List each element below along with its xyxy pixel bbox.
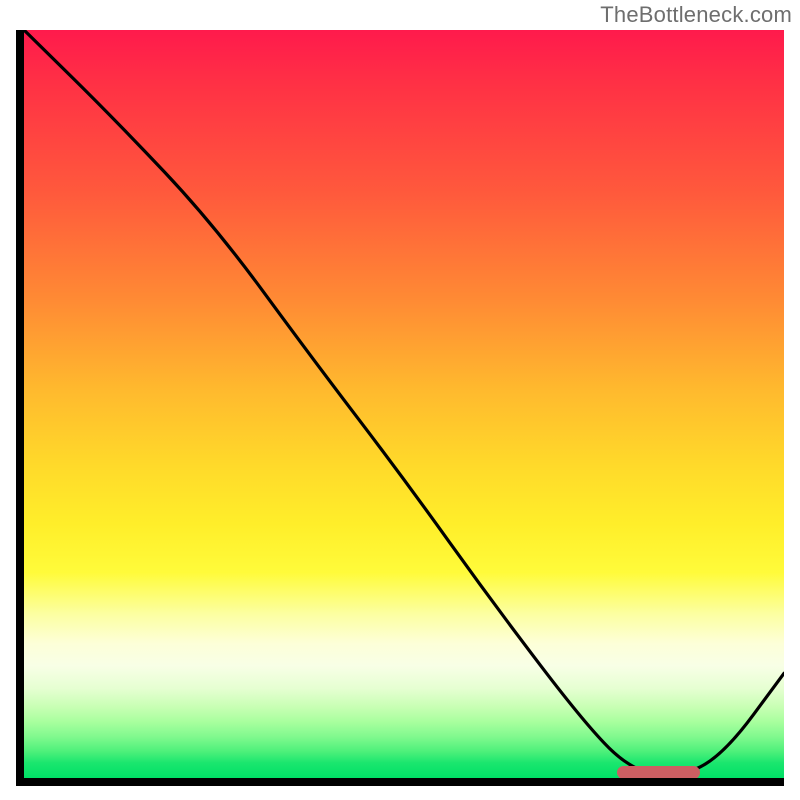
plot-frame: [16, 30, 784, 786]
plot-area: [24, 30, 784, 778]
chart-container: { "attribution": "TheBottleneck.com", "c…: [0, 0, 800, 800]
optimal-marker: [617, 766, 701, 778]
curve-svg: [24, 30, 784, 778]
bottleneck-curve: [24, 30, 784, 775]
attribution-label: TheBottleneck.com: [600, 2, 792, 28]
